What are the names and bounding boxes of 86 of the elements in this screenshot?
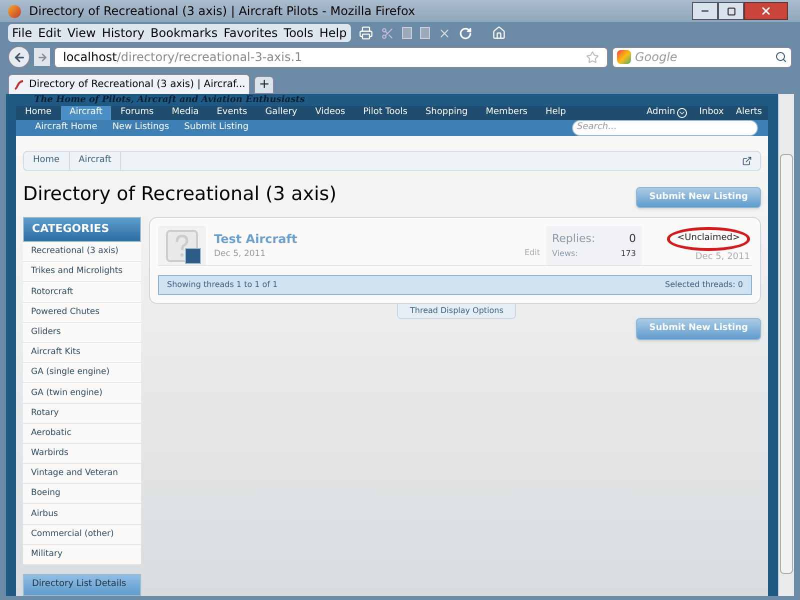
menu-item[interactable]: View [67, 24, 96, 42]
firefox-logo-icon [8, 4, 21, 18]
category-link[interactable]: GA (single engine) [23, 363, 141, 384]
sub-nav-link[interactable]: New Listings [112, 120, 170, 134]
site-favicon-icon [13, 78, 25, 90]
new-tab-button[interactable]: + [254, 76, 274, 94]
category-link[interactable]: GA (twin engine) [23, 383, 141, 404]
back-arrow-icon [12, 50, 26, 64]
scissors-icon[interactable] [380, 26, 394, 40]
categories-header: CATEGORIES [23, 217, 141, 242]
last-poster-text: <Unclaimed> [667, 227, 750, 250]
scrollbar[interactable] [778, 94, 794, 596]
close-icon [760, 5, 772, 17]
minimize-button[interactable] [692, 2, 718, 20]
replies-label: Replies: [552, 231, 596, 248]
window-title: Directory of Recreational (3 axis) | Aircraft Pilots - Mozilla Firefox [29, 3, 416, 20]
reload-icon[interactable] [458, 26, 472, 40]
menu-item[interactable]: History [102, 24, 145, 42]
nav-tab[interactable]: Events [208, 106, 256, 120]
nav-tab[interactable]: Gallery [256, 106, 306, 120]
menu-item[interactable]: Tools [284, 24, 314, 42]
views-count: 173 [620, 248, 636, 260]
category-link[interactable]: Rotorcraft [23, 282, 141, 303]
browser-tab[interactable]: Directory of Recreational (3 axis) | Aircraf... [8, 74, 250, 94]
nav-tab[interactable]: Videos [306, 106, 354, 120]
views-label: Views: [552, 248, 578, 260]
google-logo-icon [617, 50, 631, 64]
dropdown-caret-icon[interactable] [677, 108, 688, 118]
nav-tab[interactable]: Shopping [416, 106, 477, 120]
close-button[interactable] [744, 2, 788, 20]
nav-tab[interactable]: Help [536, 106, 575, 120]
site-tagline: The Home of Pilots, Aircraft and Aviation Enthusiasts [34, 94, 305, 106]
search-icon[interactable] [775, 51, 787, 63]
menu-item[interactable]: Favorites [224, 24, 278, 42]
home-icon[interactable] [492, 26, 506, 40]
sub-nav-link[interactable]: Aircraft Home [35, 120, 98, 134]
menu-item[interactable]: Help [319, 24, 347, 42]
paste-icon[interactable] [420, 27, 430, 39]
category-link[interactable]: Recreational (3 axis) [23, 242, 141, 262]
copy-icon[interactable] [402, 27, 412, 39]
selected-threads-text: Selected threads: 0 [665, 279, 743, 291]
menu-item[interactable]: File [12, 24, 32, 42]
thread-display-options-tab[interactable]: Thread Display Options [397, 304, 516, 319]
maximize-icon [726, 6, 736, 16]
jump-icon[interactable] [742, 156, 752, 166]
menu-item[interactable]: Edit [38, 24, 62, 42]
breadcrumb-link[interactable]: Aircraft [70, 152, 122, 170]
replies-count: 0 [629, 231, 636, 248]
category-link[interactable]: Boeing [23, 484, 141, 504]
back-button[interactable] [8, 46, 30, 68]
category-link[interactable]: Airbus [23, 504, 141, 525]
page-title: Directory of Recreational (3 axis) [23, 182, 337, 206]
nav-tab[interactable]: Home [16, 106, 61, 120]
user-nav-link[interactable]: Admin [640, 106, 694, 120]
category-link[interactable]: Commercial (other) [23, 524, 141, 545]
nav-tab[interactable]: Media [162, 106, 208, 120]
category-link[interactable]: Gliders [23, 322, 141, 343]
nav-tab[interactable]: Members [476, 106, 536, 120]
nav-tab[interactable]: Forums [111, 106, 163, 120]
stop-icon[interactable] [438, 26, 451, 40]
address-field[interactable]: localhost/directory/recreational-3-axis.1 [54, 46, 608, 68]
details-header: Directory List Details [23, 574, 141, 596]
category-link[interactable]: Aircraft Kits [23, 342, 141, 364]
print-icon[interactable] [358, 26, 373, 40]
last-post-date: Dec 5, 2011 [695, 250, 750, 264]
category-link[interactable]: Vintage and Veteran [23, 464, 141, 484]
thumbnail-icon [185, 248, 201, 264]
category-link[interactable]: Warbirds [23, 444, 141, 464]
bookmark-star-icon[interactable] [586, 50, 599, 64]
category-link[interactable]: Powered Chutes [23, 302, 141, 323]
scrollbar-thumb[interactable] [780, 154, 793, 574]
sub-nav-link[interactable]: Submit Listing [184, 120, 249, 134]
breadcrumb-link[interactable]: Home [24, 152, 70, 170]
maximize-button[interactable] [718, 2, 744, 20]
showing-threads-text: Showing threads 1 to 1 of 1 [167, 279, 278, 291]
nav-tab[interactable]: Pilot Tools [354, 106, 416, 120]
thread-date: Dec 5, 2011 [214, 248, 267, 261]
forward-button[interactable] [34, 48, 50, 66]
menu-item[interactable]: Bookmarks [150, 24, 218, 42]
forward-arrow-icon [36, 52, 48, 62]
user-nav-link[interactable]: Alerts [730, 106, 768, 120]
user-nav-link[interactable]: Inbox [693, 106, 730, 120]
category-link[interactable]: Aerobatic [23, 424, 141, 444]
category-link[interactable]: Rotary [23, 404, 141, 424]
category-link[interactable]: Trikes and Microlights [23, 262, 141, 282]
category-link[interactable]: Military [23, 544, 141, 565]
